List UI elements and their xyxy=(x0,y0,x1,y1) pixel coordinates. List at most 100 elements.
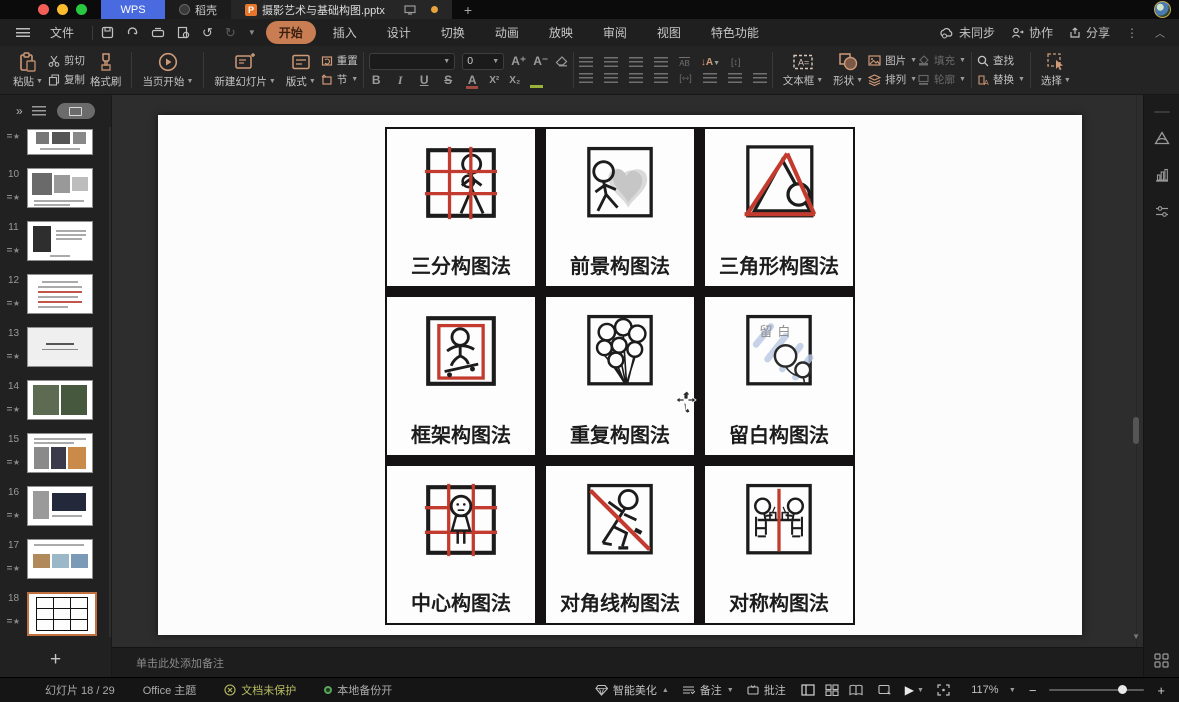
minimize-window-button[interactable] xyxy=(57,4,68,15)
slide-18-canvas[interactable]: 三分构图法 前景构图法 xyxy=(158,115,1082,635)
cut-button[interactable]: 剪切 xyxy=(48,53,85,68)
present-screen-icon[interactable] xyxy=(404,5,416,15)
ribbon-tab-review[interactable]: 审阅 xyxy=(590,21,640,44)
ribbon-tab-transitions[interactable]: 切换 xyxy=(428,21,478,44)
section-button[interactable]: 节 ▼ xyxy=(321,72,358,87)
outline-button[interactable]: 轮廓 ▼ xyxy=(917,72,966,87)
paragraph-spacing-after-icon[interactable] xyxy=(753,73,767,83)
reset-slide-button[interactable]: 重置 xyxy=(321,53,358,68)
paragraph-spacing-before-icon[interactable] xyxy=(728,73,742,83)
strikethrough-button[interactable]: S xyxy=(441,73,455,87)
zoom-slider-knob[interactable] xyxy=(1118,685,1127,694)
ribbon-tab-design[interactable]: 设计 xyxy=(374,21,424,44)
smart-design-icon[interactable] xyxy=(1154,131,1170,146)
document-protection-status[interactable]: 文档未保护 xyxy=(224,682,296,698)
redo-icon[interactable]: ↻ xyxy=(225,25,236,41)
textbox-button[interactable]: A= 文本框▼ xyxy=(778,51,828,90)
zoom-slider[interactable] xyxy=(1049,689,1144,691)
chart-panel-icon[interactable] xyxy=(1154,168,1170,183)
zoom-level-select[interactable]: 117%▼ xyxy=(963,684,1016,696)
notes-bar[interactable]: 单击此处添加备注 xyxy=(112,647,1143,677)
play-from-current-button[interactable]: 当页开始▼ xyxy=(137,50,198,91)
reading-view-icon[interactable] xyxy=(849,684,863,696)
ribbon-tab-insert[interactable]: 插入 xyxy=(320,21,370,44)
bullet-list-icon[interactable] xyxy=(579,57,593,67)
slide-sorter-view-icon[interactable] xyxy=(825,684,839,696)
slide-editing-canvas[interactable]: 三分构图法 前景构图法 xyxy=(112,95,1143,647)
close-window-button[interactable] xyxy=(38,4,49,15)
highlight-color-button[interactable] xyxy=(530,75,543,85)
character-spacing-icon[interactable]: AB xyxy=(679,57,690,68)
canvas-scrollbar-thumb[interactable] xyxy=(1133,417,1139,444)
increase-indent-icon[interactable] xyxy=(654,57,668,67)
undo-icon[interactable]: ↺ xyxy=(202,25,213,41)
increase-font-size-button[interactable]: A⁺ xyxy=(511,54,526,68)
more-options-icon[interactable]: ⋮ xyxy=(1126,26,1139,40)
superscript-button[interactable]: X² xyxy=(489,75,499,86)
font-color-button[interactable]: A xyxy=(465,73,479,87)
italic-button[interactable]: I xyxy=(393,73,407,88)
bold-button[interactable]: B xyxy=(369,73,383,87)
arrange-button[interactable]: 排列 ▼ xyxy=(868,72,917,87)
slide-thumb-17[interactable]: 17 ★ xyxy=(0,539,111,579)
menu-file[interactable]: 文件 xyxy=(40,24,84,41)
line-spacing-icon[interactable] xyxy=(703,73,717,83)
quickbar-dropdown-icon[interactable]: ▼ xyxy=(248,28,256,37)
zoom-out-button[interactable]: − xyxy=(1029,683,1037,698)
ribbon-tab-home[interactable]: 开始 xyxy=(266,21,316,44)
slide-thumb-18-selected[interactable]: 18 ★ xyxy=(0,592,111,636)
align-left-icon[interactable] xyxy=(579,73,593,83)
distribute-text-icon[interactable]: [⇿] xyxy=(679,73,692,84)
scroll-down-arrow[interactable]: ▼ xyxy=(1132,632,1140,641)
tab-wps-home[interactable]: WPS xyxy=(101,0,165,19)
tab-document[interactable]: P 摄影艺术与基础构图.pptx xyxy=(231,0,452,19)
new-slide-button[interactable]: 新建幻灯片▼ xyxy=(209,50,280,91)
ribbon-tab-animations[interactable]: 动画 xyxy=(482,21,532,44)
find-button[interactable]: 查找 xyxy=(977,53,1025,68)
local-backup-status[interactable]: 本地备份开 xyxy=(324,682,392,698)
font-name-select[interactable]: ▼ xyxy=(369,53,455,70)
settings-sliders-icon[interactable] xyxy=(1154,205,1170,219)
align-center-icon[interactable] xyxy=(604,73,618,83)
select-button[interactable]: 选择▼ xyxy=(1036,50,1076,90)
slide-thumb-11[interactable]: 11 ★ xyxy=(0,221,111,261)
slide-thumb-14[interactable]: 14 ★ xyxy=(0,380,111,420)
text-direction-icon[interactable]: ↓A▼ xyxy=(701,57,720,68)
clear-format-eraser-icon[interactable] xyxy=(555,56,568,67)
slide-thumb-10[interactable]: 10 ★ xyxy=(0,168,111,208)
hamburger-menu-icon[interactable] xyxy=(16,28,30,37)
outline-view-icon[interactable] xyxy=(32,106,46,116)
comments-button[interactable]: 批注 xyxy=(747,682,786,698)
numbered-list-icon[interactable] xyxy=(604,57,618,67)
copy-button[interactable]: 复制 xyxy=(48,72,85,87)
smart-beautify-button[interactable]: 智能美化▲ xyxy=(595,682,669,698)
text-fit-icon[interactable]: [↕] xyxy=(731,57,741,67)
save-icon[interactable] xyxy=(101,26,114,39)
maximize-window-button[interactable] xyxy=(76,4,87,15)
user-avatar[interactable] xyxy=(1154,1,1171,18)
slide-thumb-15[interactable]: 15 ★ xyxy=(0,433,111,473)
shapes-button[interactable]: 形状▼ xyxy=(828,50,868,90)
apps-grid-icon[interactable] xyxy=(1153,652,1170,669)
expand-panel-icon[interactable]: » xyxy=(16,104,23,118)
font-size-select[interactable]: 0▼ xyxy=(462,53,504,70)
format-painter-button[interactable]: 格式刷 xyxy=(85,50,127,91)
slide-thumb-9[interactable]: ★ xyxy=(0,129,111,155)
fill-button[interactable]: 填充 ▼ xyxy=(917,53,966,68)
print-icon[interactable] xyxy=(151,27,165,39)
print-preview-icon[interactable] xyxy=(177,26,190,39)
notes-toggle-button[interactable]: 备注▼ xyxy=(682,682,734,698)
ribbon-tab-view[interactable]: 视图 xyxy=(644,21,694,44)
export-icon[interactable] xyxy=(126,26,139,39)
ribbon-tab-slideshow[interactable]: 放映 xyxy=(536,21,586,44)
new-tab-button[interactable]: + xyxy=(452,2,484,18)
justify-icon[interactable] xyxy=(654,73,668,83)
collapse-ribbon-icon[interactable]: ︿ xyxy=(1155,25,1165,40)
share-button[interactable]: 分享 xyxy=(1069,24,1110,41)
underline-button[interactable]: U xyxy=(417,73,431,87)
theme-name[interactable]: Office 主题 xyxy=(143,682,197,698)
slide-thumb-16[interactable]: 16 ★ xyxy=(0,486,111,526)
slide-layout-button[interactable]: 版式▼ xyxy=(281,50,321,91)
paste-button[interactable]: 粘贴▼ xyxy=(8,50,48,91)
insert-picture-button[interactable]: 图片 ▼ xyxy=(868,53,917,68)
